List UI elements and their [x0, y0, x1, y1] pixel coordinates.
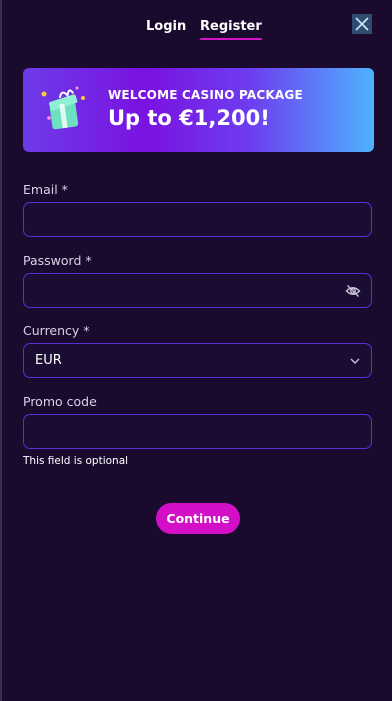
tab-login-label: Login	[146, 19, 187, 34]
continue-button[interactable]: Continue	[156, 503, 240, 534]
welcome-banner: WELCOME CASINO PACKAGE Up to €1,200!	[23, 68, 374, 152]
currency-select[interactable]: EUR	[23, 343, 372, 378]
tab-register-label: Register	[200, 19, 262, 34]
active-tab-indicator	[200, 38, 262, 40]
window-edge	[0, 0, 2, 701]
chevron-down-icon	[350, 358, 360, 364]
email-label: Email *	[23, 182, 68, 197]
password-field-container	[23, 273, 372, 308]
close-button[interactable]	[352, 14, 372, 34]
gift-icon	[41, 86, 85, 130]
password-field[interactable]	[24, 274, 371, 307]
auth-tabs: Login Register	[0, 18, 392, 42]
promo-hint: This field is optional	[23, 455, 129, 467]
tab-register[interactable]: Register	[200, 18, 262, 40]
banner-title: WELCOME CASINO PACKAGE	[108, 88, 303, 102]
banner-amount: Up to €1,200!	[108, 106, 270, 130]
tab-login[interactable]: Login	[146, 18, 186, 40]
email-field-container	[23, 202, 372, 237]
eye-off-icon[interactable]	[345, 283, 361, 299]
email-field[interactable]	[24, 203, 371, 236]
currency-value: EUR	[35, 353, 62, 368]
promo-field-container	[23, 414, 372, 449]
close-icon	[355, 17, 369, 31]
promo-label: Promo code	[23, 394, 97, 409]
password-label: Password *	[23, 253, 92, 268]
currency-label: Currency *	[23, 323, 90, 338]
promo-code-field[interactable]	[24, 415, 371, 448]
continue-label: Continue	[166, 511, 230, 526]
